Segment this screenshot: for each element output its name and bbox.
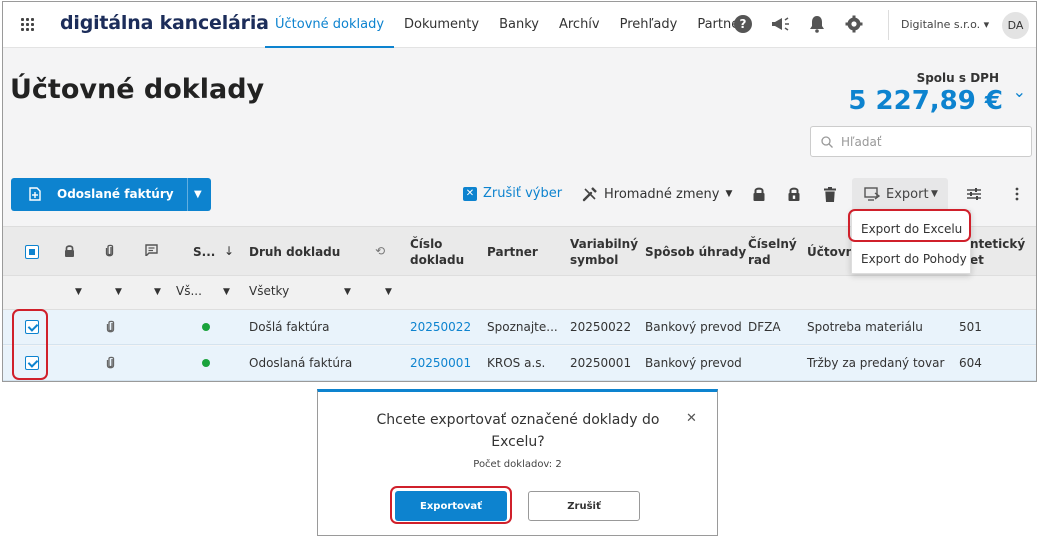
select-all-checkbox[interactable] <box>25 245 39 259</box>
filter-row: ▼ ▼ ▼ Vš... ▼ Všetky ▼ ▼ <box>3 276 1036 310</box>
export-menu: Export do Excelu Export do Pohody <box>851 210 971 274</box>
close-icon: ✕ <box>463 186 477 201</box>
nav-item-archiv[interactable]: Archív <box>549 2 610 48</box>
cell-series: DFZA <box>748 320 781 334</box>
column-doc-type[interactable]: Druh dokladu <box>249 244 340 260</box>
filter-status[interactable]: Vš... <box>176 284 202 298</box>
doc-type-button[interactable]: Odoslané faktúry ▼ <box>11 178 211 211</box>
topbar-separator <box>888 10 889 40</box>
column-settings-icon[interactable] <box>964 184 984 204</box>
cell-payment: Bankový prevod <box>645 320 742 334</box>
table-row[interactable]: Odoslaná faktúra 20250001 KROS a.s. 2025… <box>3 346 1036 381</box>
paperclip-icon[interactable] <box>105 244 114 257</box>
column-series[interactable]: Číselný rad <box>748 236 798 268</box>
trash-icon[interactable] <box>820 184 840 204</box>
column-payment[interactable]: Spôsob úhrady <box>645 244 746 260</box>
main-nav: Účtovné doklady Dokumenty Banky Archív P… <box>265 2 758 48</box>
cell-partner: KROS a.s. <box>487 356 546 370</box>
cell-vs: 20250022 <box>570 320 632 334</box>
more-options-icon[interactable] <box>1007 184 1027 204</box>
unlock-icon[interactable] <box>784 184 804 204</box>
clear-selection-button[interactable]: ✕ Zrušiť výber <box>463 186 562 201</box>
cell-doc-number[interactable]: 20250001 <box>410 356 471 370</box>
bell-icon[interactable] <box>805 13 829 35</box>
tools-icon <box>582 187 597 202</box>
paperclip-icon[interactable] <box>106 356 115 369</box>
filter-doc-type[interactable]: Všetky <box>249 284 289 298</box>
app-window: digitálna kancelária Účtovné doklady Dok… <box>2 1 1037 382</box>
column-status[interactable]: S... <box>193 244 215 260</box>
cancel-button[interactable]: Zrušiť <box>528 491 640 521</box>
cell-synthetic: 604 <box>959 356 982 370</box>
cell-account: Spotreba materiálu <box>807 320 923 334</box>
row-checkbox[interactable] <box>25 320 39 334</box>
total-label: Spolu s DPH <box>916 71 999 85</box>
page-title: Účtovné doklady <box>10 74 265 105</box>
gear-icon[interactable] <box>842 13 866 35</box>
row-checkbox[interactable] <box>25 356 39 370</box>
nav-item-uctovne-doklady[interactable]: Účtovné doklady <box>265 2 395 48</box>
filter-sync[interactable]: ▼ <box>385 287 392 297</box>
search-box[interactable] <box>810 126 1032 157</box>
close-icon[interactable]: ✕ <box>686 411 697 426</box>
filter-comment[interactable]: ▼ <box>154 287 161 297</box>
table-row[interactable]: Došlá faktúra 20250022 Spoznajte... 2025… <box>3 310 1036 345</box>
cell-vs: 20250001 <box>570 356 632 370</box>
chevron-down-icon[interactable]: ⌄ <box>1013 82 1026 101</box>
export-confirm-button[interactable]: Exportovať <box>395 491 507 521</box>
cell-doc-type: Odoslaná faktúra <box>249 356 353 370</box>
cell-account: Tržby za predaný tovar <box>807 356 945 370</box>
total-value: 5 227,89 € <box>848 86 1003 116</box>
apps-grid-icon[interactable] <box>21 18 35 32</box>
caret-down-icon: ▼ <box>725 189 733 199</box>
status-dot <box>202 323 210 331</box>
filter-attachment[interactable]: ▼ <box>115 287 122 297</box>
brand-logo[interactable]: digitálna kancelária <box>60 12 269 34</box>
menu-item-export-pohoda[interactable]: Export do Pohody <box>861 252 967 266</box>
filter-doc-type-caret[interactable]: ▼ <box>344 287 351 297</box>
bulk-changes-button[interactable]: Hromadné zmeny ▼ <box>582 186 732 202</box>
doc-type-button-label: Odoslané faktúry <box>57 187 174 201</box>
export-confirm-dialog: Chcete exportovať označené doklady do Ex… <box>317 389 718 536</box>
column-doc-number[interactable]: Číslo dokladu <box>410 236 470 268</box>
cell-doc-number[interactable]: 20250022 <box>410 320 471 334</box>
export-button[interactable]: Export ▼ <box>852 178 948 211</box>
status-dot <box>202 359 210 367</box>
dialog-count: Počet dokladov: 2 <box>473 459 562 470</box>
top-bar: digitálna kancelária Účtovné doklady Dok… <box>3 2 1036 48</box>
lock-icon[interactable] <box>64 244 75 257</box>
add-document-icon <box>29 187 41 201</box>
dialog-title: Chcete exportovať označené doklady do Ex… <box>376 412 660 450</box>
search-input[interactable] <box>841 132 1021 152</box>
column-variable-symbol[interactable]: Variabilný symbol <box>570 236 642 268</box>
top-icons: ? <box>731 13 866 35</box>
cell-partner: Spoznajte... <box>487 320 558 334</box>
sort-arrow-icon[interactable]: ↓ <box>224 243 234 259</box>
paperclip-icon[interactable] <box>106 320 115 333</box>
cell-synthetic: 501 <box>959 320 982 334</box>
company-selector[interactable]: Digitalne s.r.o. ▾ <box>901 18 989 31</box>
filter-lock[interactable]: ▼ <box>75 287 82 297</box>
comment-icon[interactable] <box>145 244 158 256</box>
column-synthetic[interactable]: ntetický et <box>970 236 1030 268</box>
nav-item-dokumenty[interactable]: Dokumenty <box>394 2 489 48</box>
caret-down-icon: ▼ <box>931 189 938 199</box>
menu-item-export-excel[interactable]: Export do Excelu <box>861 222 962 236</box>
search-icon <box>821 136 833 148</box>
export-icon <box>864 187 880 201</box>
sync-icon[interactable]: ⟲ <box>375 243 385 259</box>
filter-status-caret[interactable]: ▼ <box>223 287 230 297</box>
column-partner[interactable]: Partner <box>487 244 538 260</box>
caret-down-icon[interactable]: ▼ <box>194 189 202 200</box>
megaphone-icon[interactable] <box>768 13 792 35</box>
lock-icon[interactable] <box>749 184 769 204</box>
help-icon[interactable]: ? <box>731 13 755 35</box>
cell-payment: Bankový prevod <box>645 356 742 370</box>
nav-item-banky[interactable]: Banky <box>489 2 549 48</box>
nav-item-prehlady[interactable]: Prehľady <box>610 2 688 48</box>
avatar[interactable]: DA <box>1002 12 1029 39</box>
cell-doc-type: Došlá faktúra <box>249 320 330 334</box>
